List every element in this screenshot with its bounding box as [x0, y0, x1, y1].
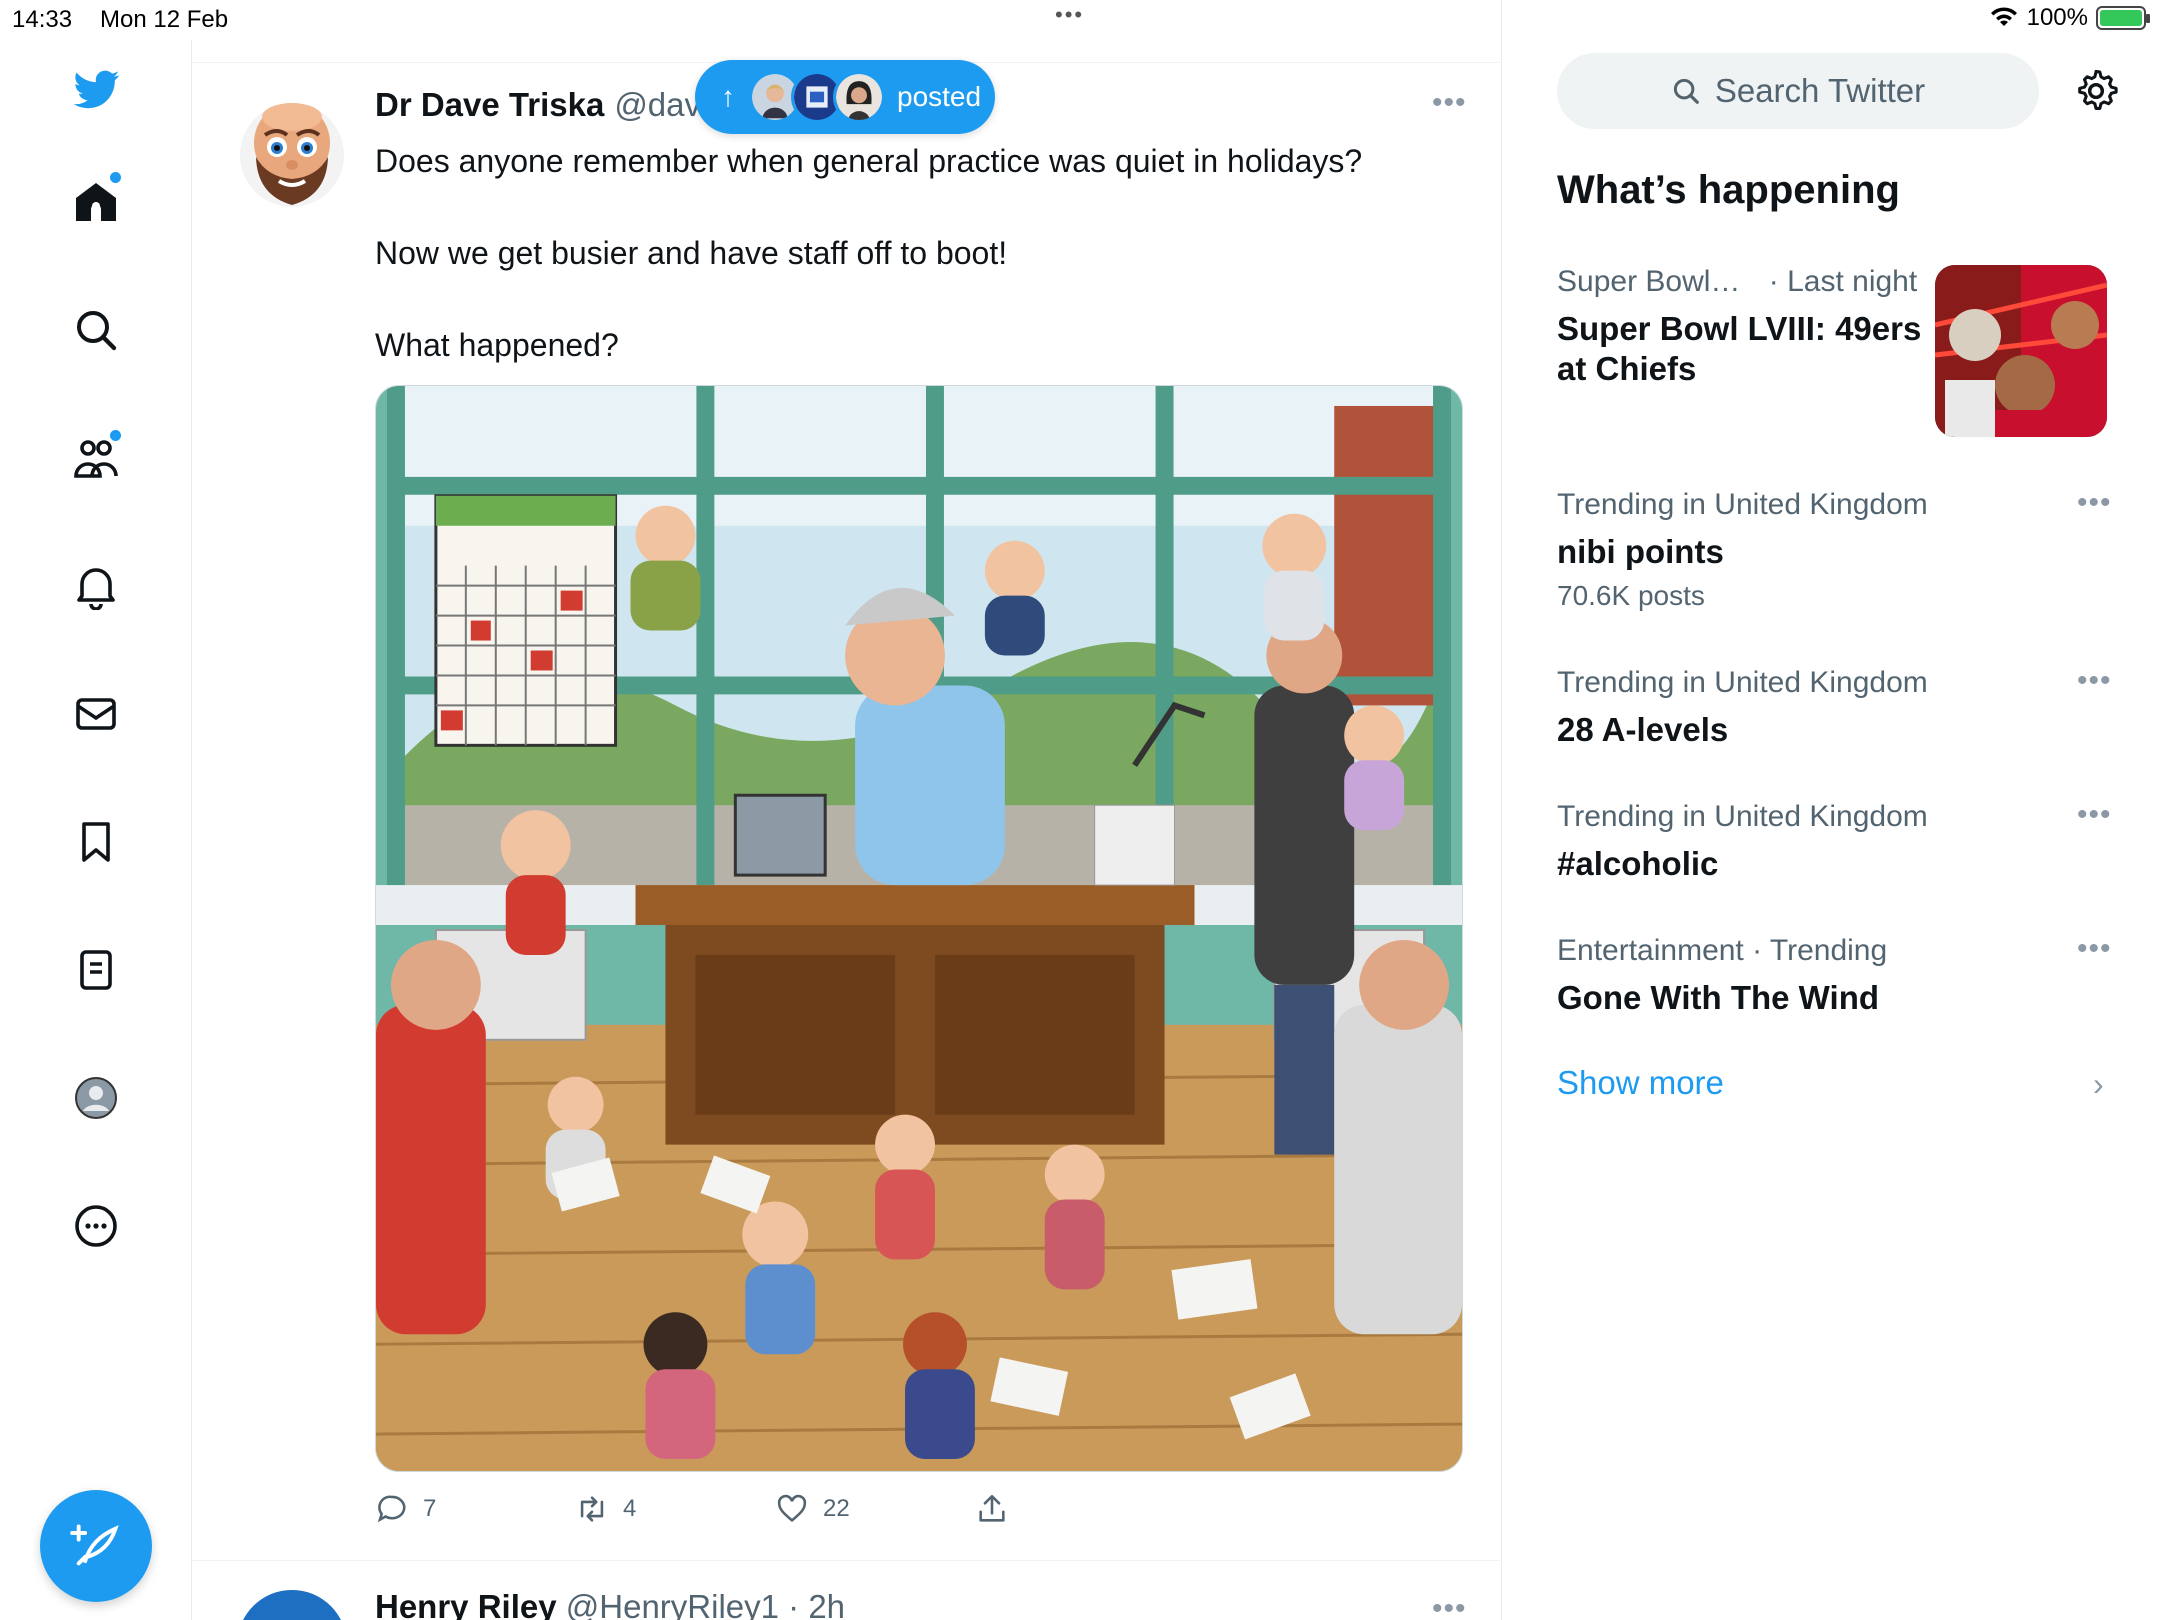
reply-button[interactable]: 7 [375, 1492, 436, 1526]
trend-title: Super Bowl LVIII: 49ers at Chiefs [1557, 310, 1922, 387]
tweet-divider [192, 1560, 1502, 1561]
trend-category: Trending in United Kingdom [1557, 666, 1928, 699]
trend-title: Gone With The Wind [1557, 979, 1880, 1016]
right-sidebar: Search Twitter What’s happening Super Bo… [1503, 0, 2160, 1620]
communities-icon [74, 440, 118, 478]
tweet-media-image[interactable] [375, 385, 1463, 1472]
trend-title: nibi points [1557, 533, 1724, 570]
tweet-body: Does anyone remember when general practi… [375, 138, 1375, 414]
profile-avatar-icon [75, 1077, 117, 1119]
trend-category: Trending in United Kingdom [1557, 800, 1928, 833]
nav-messages[interactable] [66, 684, 126, 744]
share-button[interactable] [975, 1492, 1009, 1526]
nav-communities[interactable] [66, 428, 126, 488]
trend-more-icon[interactable]: ••• [2077, 488, 2117, 518]
mail-icon [76, 698, 116, 730]
timeline: Dr Dave Triska @dav ••• ↑ posted Does an… [192, 0, 1502, 1620]
settings-gear-icon[interactable] [2073, 68, 2119, 114]
nav-home[interactable] [66, 172, 126, 232]
like-button[interactable]: 22 [775, 1492, 850, 1526]
trend-item[interactable]: Entertainment · Trending Gone With The W… [1557, 934, 2117, 1018]
trend-category: Trending in United Kingdom [1557, 488, 1928, 521]
bell-icon [77, 568, 115, 610]
reply-icon [377, 1495, 406, 1523]
chevron-right-icon: › [2093, 1066, 2104, 1102]
trend-more-icon[interactable]: ••• [2077, 666, 2117, 696]
compose-feather-icon [70, 1524, 119, 1566]
author-handle[interactable]: @dav [614, 86, 701, 124]
tweet-more-menu-icon[interactable]: ••• [1432, 88, 1472, 118]
whats-happening-title: What’s happening [1557, 168, 1900, 212]
search-icon [1673, 78, 1699, 104]
retweet-icon [580, 1496, 604, 1522]
search-icon [77, 311, 117, 351]
trend-category: Entertainment · Trending [1557, 934, 1888, 967]
status-time: 14:33 [12, 6, 73, 33]
tweet-paragraph: Does anyone remember when general practi… [375, 143, 1363, 179]
reply-count: 7 [423, 1495, 437, 1522]
search-input[interactable]: Search Twitter [1557, 53, 2039, 129]
tweet-header: Dr Dave Triska @dav [375, 86, 701, 124]
retweet-count: 4 [623, 1495, 637, 1522]
home-notification-dot [110, 172, 121, 183]
trend-title: 28 A-levels [1557, 711, 1729, 748]
nav-lists[interactable] [66, 940, 126, 1000]
trend-more-icon[interactable]: ••• [2077, 800, 2117, 830]
trend-category: Super Bowl… [1557, 265, 1741, 298]
twitter-logo-icon[interactable] [66, 60, 126, 120]
tweet-paragraph: What happened? [375, 327, 619, 363]
trend-meta: Super Bowl… · Last night [1557, 265, 1927, 299]
tweet-actions: 7 4 22 [375, 1492, 1075, 1532]
new-posts-label: posted [897, 81, 982, 112]
author-avatar[interactable] [237, 95, 347, 215]
author-name[interactable]: Dr Dave Triska [375, 86, 604, 124]
new-posts-pill[interactable]: ↑ posted [695, 60, 995, 134]
trend-title: #alcoholic [1557, 845, 1719, 882]
heart-icon [777, 1494, 807, 1522]
poster-avatar [833, 71, 885, 123]
trend-more-icon[interactable]: ••• [2077, 934, 2117, 964]
next-author-name[interactable]: Henry Riley [375, 1588, 557, 1620]
trend-item[interactable]: Trending in United Kingdom #alcoholic ••… [1557, 800, 2117, 884]
list-icon [80, 950, 112, 990]
left-navigation [0, 40, 192, 1620]
next-author-handle[interactable]: @HenryRiley1 · 2h [566, 1588, 845, 1620]
next-author-avatar[interactable] [237, 1590, 347, 1620]
search-placeholder: Search Twitter [1714, 72, 1926, 109]
home-icon [76, 183, 116, 221]
next-tweet-more-icon[interactable]: ••• [1432, 1594, 1472, 1620]
communities-notification-dot [110, 430, 121, 441]
nav-bookmarks[interactable] [66, 812, 126, 872]
trend-item[interactable]: Trending in United Kingdom 28 A-levels •… [1557, 666, 2117, 750]
trend-thumbnail-image[interactable] [1935, 265, 2107, 437]
bookmark-icon [82, 822, 110, 862]
compose-tweet-button[interactable] [40, 1490, 152, 1602]
nav-notifications[interactable] [66, 556, 126, 616]
show-more-link[interactable]: Show more [1557, 1064, 1724, 1102]
like-count: 22 [823, 1495, 850, 1522]
tweet-paragraph: Now we get busier and have staff off to … [375, 235, 1008, 271]
nav-profile[interactable] [66, 1068, 126, 1128]
up-arrow-icon: ↑ [721, 81, 735, 112]
nav-search[interactable] [66, 300, 126, 360]
trend-time: · Last night [1768, 265, 1918, 298]
more-circle-icon [75, 1205, 117, 1247]
poster-avatars [749, 71, 885, 123]
trend-item[interactable]: Trending in United Kingdom nibi points 7… [1557, 488, 2117, 612]
trend-post-count: 70.6K posts [1557, 580, 1705, 611]
retweet-button[interactable]: 4 [575, 1492, 636, 1526]
share-icon [979, 1494, 1005, 1522]
trend-item[interactable]: Super Bowl… · Last night Super Bowl LVII… [1557, 265, 1927, 389]
nav-more[interactable] [66, 1196, 126, 1256]
next-tweet-header: Henry Riley @HenryRiley1 · 2h [375, 1588, 845, 1620]
